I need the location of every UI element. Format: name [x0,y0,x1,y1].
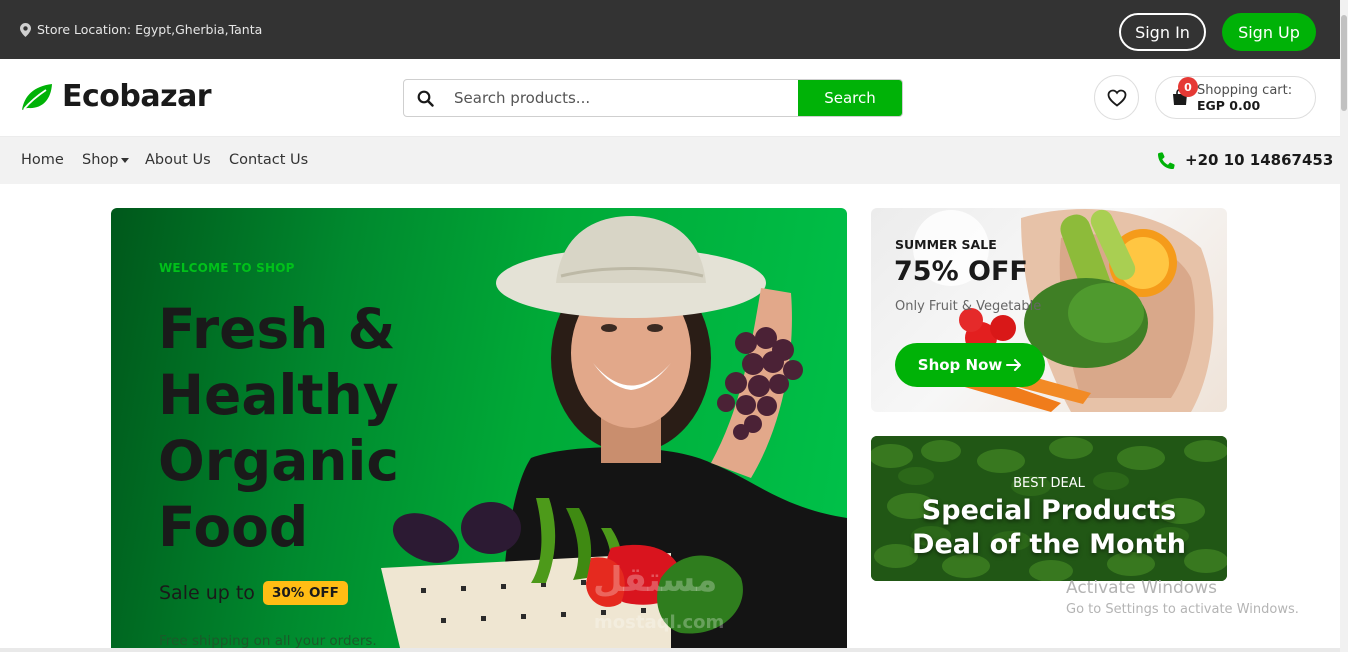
shop-now-button[interactable]: Shop Now [895,343,1045,387]
search-bar: Search [403,79,903,117]
main-nav: Home Shop About Us Contact Us +20 10 148… [0,137,1340,184]
best-deal-title-line: Special Products [921,495,1177,526]
hero-title-line: Fresh & [158,297,396,361]
top-bar: Store Location: Egypt,Gherbia,Tanta Sign… [0,0,1340,59]
hero-title-line: Healthy [158,363,399,427]
nav-about[interactable]: About Us [145,152,211,168]
hero-title-line: Organic [158,429,399,493]
os-activation-watermark-subtitle: Go to Settings to activate Windows. [1066,602,1299,617]
shop-now-label: Shop Now [917,356,1003,374]
image-watermark-arabic: مستقل [593,560,718,600]
best-deal-banner[interactable]: BEST DEAL Special Products Deal of the M… [871,436,1227,581]
summer-sale-subtitle: Only Fruit & Vegetable [895,299,1042,314]
hero-title: Fresh & Healthy Organic Food [158,296,458,560]
search-button[interactable]: Search [798,80,902,116]
wishlist-button[interactable] [1094,75,1139,120]
shopping-cart[interactable]: 0 Shopping cart: EGP 0.00 [1155,76,1316,119]
chevron-down-icon [121,157,130,163]
logo-text: Ecobazar [62,79,212,114]
phone-contact[interactable]: +20 10 14867453 [1158,151,1333,169]
hero-subtitle: WELCOME TO SHOP [159,261,295,275]
store-location: Store Location: Egypt,Gherbia,Tanta [20,22,262,37]
arrow-right-icon [1006,359,1022,371]
image-watermark-latin: mostaql.com [594,612,725,633]
cart-label: Shopping cart: [1197,83,1293,98]
cart-total: EGP 0.00 [1197,98,1261,113]
page: Store Location: Egypt,Gherbia,Tanta Sign… [0,0,1348,652]
search-icon [404,80,446,116]
phone-number: +20 10 14867453 [1185,151,1334,169]
heart-icon [1107,89,1126,107]
cart-count-badge: 0 [1178,77,1198,97]
phone-icon [1158,151,1175,169]
store-location-text: Store Location: Egypt,Gherbia,Tanta [37,22,263,37]
summer-sale-banner[interactable]: SUMMER SALE 75% OFF Only Fruit & Vegetab… [871,208,1227,412]
best-deal-title: Special Products Deal of the Month [871,494,1227,562]
nav-shop-label: Shop [82,152,119,168]
hero-title-line: Food [158,495,309,559]
summer-sale-discount: 75% OFF [894,256,1028,287]
map-pin-icon [20,22,31,37]
horizontal-scrollbar[interactable] [0,648,1340,652]
scrollbar-thumb[interactable] [1341,15,1347,111]
search-input[interactable] [446,80,798,116]
nav-home[interactable]: Home [21,152,64,168]
sign-in-button[interactable]: Sign In [1119,13,1206,51]
sign-up-button[interactable]: Sign Up [1222,13,1316,51]
leaf-icon [22,83,52,110]
summer-sale-label: SUMMER SALE [895,237,997,252]
logo[interactable]: Ecobazar [20,79,212,114]
hero-sale-text: Sale up to [159,582,255,604]
nav-contact[interactable]: Contact Us [229,152,308,168]
hero-banner: WELCOME TO SHOP Fresh & Healthy Organic … [111,208,847,652]
hero-sale: Sale up to 30% OFF [159,581,348,605]
best-deal-label: BEST DEAL [1013,476,1085,491]
hero-sale-badge: 30% OFF [262,581,348,605]
hero-shipping-text: Free shipping on all your orders. [159,633,377,649]
nav-shop[interactable]: Shop [82,152,130,168]
best-deal-title-line: Deal of the Month [912,529,1186,560]
site-header: Ecobazar Search 0 Shopping cart: [0,59,1340,137]
os-activation-watermark-title: Activate Windows [1066,578,1217,598]
